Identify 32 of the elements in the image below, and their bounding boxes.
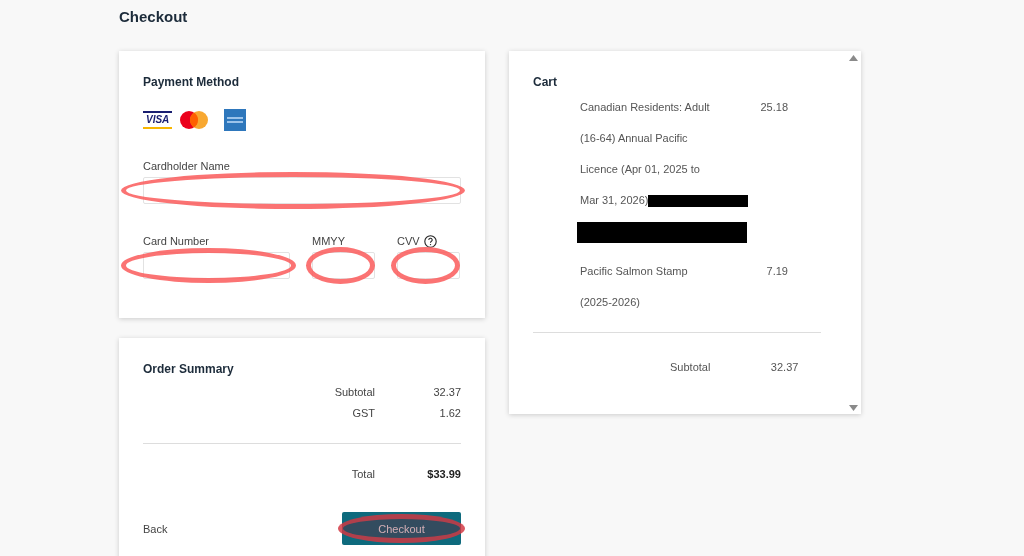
help-icon[interactable] (423, 234, 437, 248)
item-price: 7.19 (765, 265, 788, 279)
summary-label: GST (352, 407, 375, 419)
summary-label: Subtotal (334, 386, 375, 398)
total-label: Total (351, 468, 375, 480)
mastercard-icon (178, 110, 211, 130)
item-description: Pacific Salmon Stamp (580, 265, 688, 277)
field-label: Cardholder Name (143, 160, 230, 172)
card-heading: Cart (533, 75, 558, 89)
subtotal-value: 32.37 (769, 361, 799, 373)
summary-value: 32.37 (432, 386, 461, 398)
field-label: CVV (397, 235, 420, 247)
item-description: Mar 31, 2026) (580, 194, 649, 206)
card-heading: Order Summary (143, 362, 235, 376)
scroll-down-icon[interactable] (849, 405, 858, 411)
page-title: Checkout (119, 7, 189, 27)
item-price: 25.18 (760, 101, 788, 115)
scroll-up-icon[interactable] (849, 55, 858, 61)
total-value: $33.99 (426, 468, 461, 480)
summary-value: 1.62 (438, 407, 461, 419)
item-description: (16-64) Annual Pacific (580, 132, 688, 144)
card-heading: Payment Method (143, 75, 240, 89)
item-description: Licence (Apr 01, 2025 to (580, 163, 700, 175)
item-description: (2025-2026) (580, 296, 640, 308)
visa-logo: VISA (143, 111, 173, 129)
field-label: Card Number (143, 235, 210, 247)
back-link[interactable]: Back (143, 522, 168, 535)
field-label: MMYY (312, 235, 345, 247)
item-description: Canadian Residents: Adult (580, 101, 710, 113)
checkout-button[interactable]: Checkout (342, 512, 461, 545)
subtotal-label: Subtotal (670, 361, 711, 373)
amex-icon (224, 109, 247, 131)
